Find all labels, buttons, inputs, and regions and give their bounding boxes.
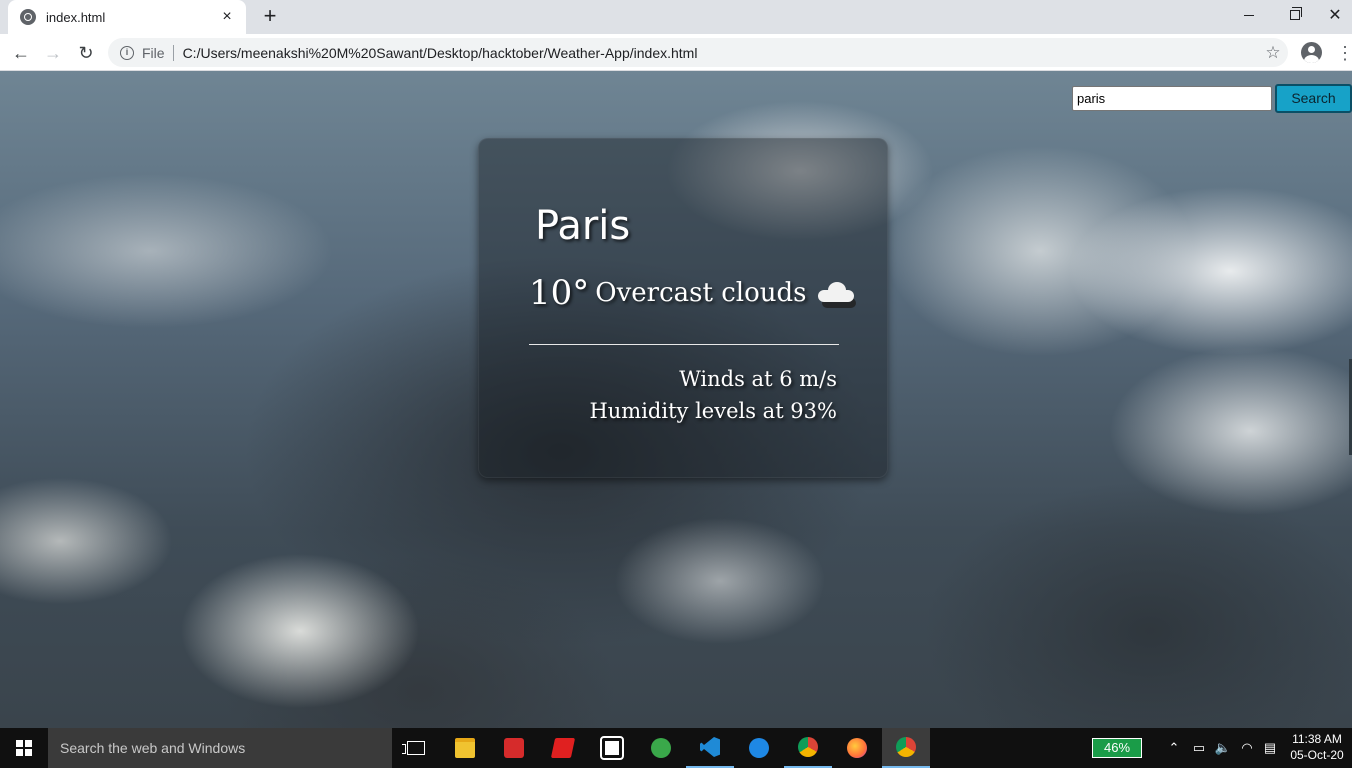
close-icon: ✕ bbox=[1328, 7, 1342, 24]
battery-percent-badge: 46% bbox=[1092, 738, 1142, 758]
task-view-icon[interactable] bbox=[392, 728, 440, 768]
red-app-icon[interactable] bbox=[539, 728, 587, 768]
reader-icon[interactable] bbox=[490, 728, 538, 768]
minimize-button[interactable] bbox=[1226, 0, 1272, 30]
cloud-icon bbox=[814, 278, 858, 308]
taskbar-search-box[interactable]: Search the web and Windows bbox=[48, 728, 392, 768]
humidity-text: Humidity levels at 93% bbox=[589, 399, 837, 423]
temperature: 10° bbox=[529, 273, 590, 313]
city-search-input[interactable] bbox=[1072, 86, 1272, 111]
address-bar[interactable]: i File C:/Users/meenakshi%20M%20Sawant/D… bbox=[108, 38, 1288, 67]
minimize-icon bbox=[1244, 14, 1254, 16]
back-arrow-icon[interactable]: ← bbox=[8, 40, 34, 66]
clock-date: 05-Oct-20 bbox=[1290, 748, 1344, 762]
tab-strip: index.html × + ✕ bbox=[0, 0, 1352, 34]
maximize-button[interactable] bbox=[1272, 0, 1318, 30]
wifi-icon[interactable]: ◠ bbox=[1236, 728, 1258, 768]
city-name: Paris bbox=[535, 203, 631, 249]
close-window-button[interactable]: ✕ bbox=[1318, 0, 1352, 30]
temperature-row: 10° Overcast clouds bbox=[529, 273, 858, 313]
profile-icon[interactable] bbox=[1301, 42, 1322, 63]
store-icon[interactable] bbox=[588, 728, 636, 768]
scheme-label: File bbox=[142, 44, 174, 61]
tab-title: index.html bbox=[46, 9, 106, 25]
card-divider bbox=[529, 344, 839, 345]
weather-card: Paris 10° Overcast clouds Winds at 6 m/s… bbox=[478, 138, 888, 478]
taskbar-clock[interactable]: 11:38 AM 05-Oct-20 bbox=[1282, 731, 1352, 763]
vscode-icon[interactable] bbox=[686, 728, 734, 768]
search-button[interactable]: Search bbox=[1275, 84, 1352, 113]
maximize-icon bbox=[1290, 7, 1302, 20]
green-app-icon[interactable] bbox=[637, 728, 685, 768]
forward-arrow-icon[interactable]: → bbox=[40, 40, 66, 66]
page-viewport: Search Paris 10° Overcast clouds Winds a… bbox=[0, 71, 1352, 728]
start-button[interactable] bbox=[0, 728, 48, 768]
browser-toolbar: ← → ↻ i File C:/Users/meenakshi%20M%20Sa… bbox=[0, 34, 1352, 71]
firefox-icon[interactable] bbox=[833, 728, 881, 768]
globe-icon bbox=[20, 9, 36, 25]
chrome-profile-icon[interactable] bbox=[784, 728, 832, 768]
weather-description: Overcast clouds bbox=[595, 278, 807, 308]
volume-icon[interactable]: 🔈 bbox=[1212, 728, 1234, 768]
url-text[interactable]: C:/Users/meenakshi%20M%20Sawant/Desktop/… bbox=[183, 45, 1258, 61]
star-icon[interactable]: ☆ bbox=[1258, 43, 1288, 63]
info-icon[interactable]: i bbox=[120, 45, 134, 60]
clock-time: 11:38 AM bbox=[1292, 732, 1342, 746]
wind-text: Winds at 6 m/s bbox=[679, 367, 837, 391]
battery-icon[interactable]: ▭ bbox=[1188, 728, 1210, 768]
taskbar: Search the web and Windows 46% ⌃ ▭ 🔈 ◠ ▤… bbox=[0, 728, 1352, 768]
tab-close-icon[interactable]: × bbox=[218, 8, 236, 26]
windows-logo-icon bbox=[16, 740, 32, 756]
chrome-icon[interactable] bbox=[882, 728, 930, 768]
edge-icon[interactable] bbox=[735, 728, 783, 768]
browser-tab[interactable]: index.html × bbox=[8, 0, 246, 34]
reload-icon[interactable]: ↻ bbox=[73, 40, 99, 66]
chevron-up-icon[interactable]: ⌃ bbox=[1164, 728, 1184, 768]
menu-dots-icon[interactable]: ⋮ bbox=[1336, 42, 1352, 64]
new-tab-button[interactable]: + bbox=[258, 4, 282, 28]
notifications-icon[interactable]: ▤ bbox=[1260, 728, 1280, 768]
file-explorer-icon[interactable] bbox=[441, 728, 489, 768]
